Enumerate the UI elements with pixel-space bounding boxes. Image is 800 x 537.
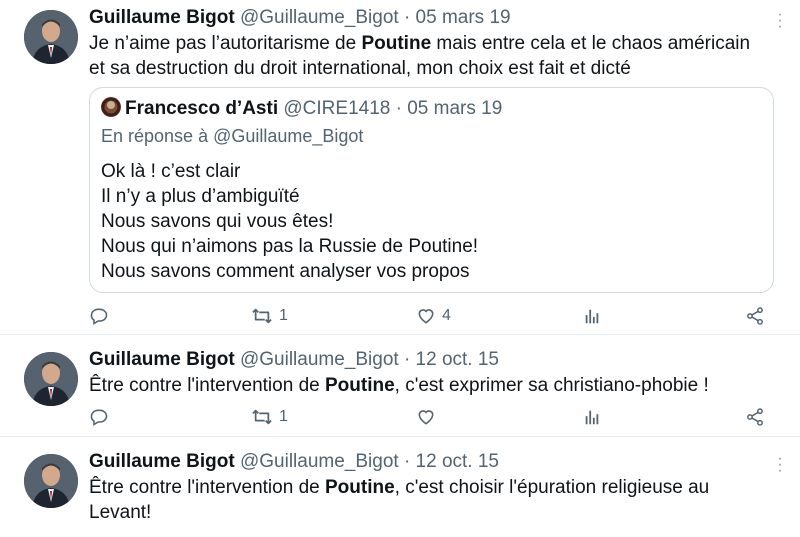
quote-line: Nous savons comment analyser vos propos — [101, 261, 470, 282]
avatar[interactable] — [24, 352, 78, 406]
tweet-header: Guillaume Bigot @Guillaume_Bigot · 05 ma… — [89, 6, 511, 30]
retweet-count: 1 — [279, 408, 288, 425]
quote-line: Il n’y a plus d’ambiguïté — [101, 186, 300, 207]
reply-icon — [90, 409, 108, 426]
quote-line: Ok là ! c’est clair — [101, 161, 241, 182]
reply-icon — [90, 308, 108, 325]
like-button[interactable] — [416, 406, 436, 428]
tweet[interactable]: Guillaume Bigot @Guillaume_Bigot · 05 ma… — [0, 0, 800, 335]
views-button[interactable] — [583, 406, 601, 428]
views-icon — [585, 309, 599, 324]
heart-icon — [418, 410, 434, 425]
reply-button[interactable] — [89, 406, 109, 428]
quote-text: Ok là ! c’est clair Il n’y a plus d’ambi… — [101, 159, 478, 284]
share-icon — [747, 408, 763, 426]
avatar[interactable] — [24, 10, 78, 64]
quote-line: Nous qui n’aimons pas la Russie de Pouti… — [101, 236, 479, 257]
views-icon — [585, 410, 599, 425]
author-meta[interactable]: @Guillaume_Bigot · 12 oct. 15 — [240, 451, 499, 472]
share-icon — [747, 307, 763, 325]
author-name[interactable]: Guillaume Bigot — [89, 7, 235, 28]
tweet-text: Être contre l'intervention de Poutine, c… — [89, 375, 709, 396]
reply-button[interactable] — [89, 305, 109, 327]
retweet-button[interactable]: 1 — [251, 406, 288, 428]
share-button[interactable] — [745, 305, 765, 327]
tweet-header: Guillaume Bigot @Guillaume_Bigot · 12 oc… — [89, 450, 499, 474]
tweet[interactable]: Guillaume Bigot @Guillaume_Bigot · 12 oc… — [0, 335, 800, 437]
author-meta[interactable]: @Guillaume_Bigot · 05 mars 19 — [240, 7, 511, 28]
author-name[interactable]: Guillaume Bigot — [89, 349, 235, 370]
like-button[interactable]: 4 — [416, 305, 451, 327]
quote-avatar — [101, 97, 121, 117]
more-icon[interactable]: · · · — [776, 7, 784, 35]
retweet-count: 1 — [279, 307, 288, 324]
author-name[interactable]: Guillaume Bigot — [89, 451, 235, 472]
tweet-text: Je n’aime pas l’autoritarisme de Poutine… — [89, 33, 751, 79]
action-bar: 1 4 — [89, 305, 800, 327]
author-meta[interactable]: @Guillaume_Bigot · 12 oct. 15 — [240, 349, 499, 370]
tweet-header: Guillaume Bigot @Guillaume_Bigot · 12 oc… — [89, 348, 499, 372]
avatar[interactable] — [24, 454, 78, 508]
views-button[interactable] — [583, 305, 601, 327]
share-button[interactable] — [745, 406, 765, 428]
retweet-icon — [252, 409, 272, 425]
reply-context: En réponse à @Guillaume_Bigot — [101, 126, 364, 146]
like-count: 4 — [442, 307, 451, 324]
heart-icon — [418, 309, 434, 324]
tweet-text: Être contre l'intervention de Poutine, c… — [89, 477, 710, 523]
quoted-tweet[interactable]: Francesco d’Asti @CIRE1418 · 05 mars 19 … — [89, 87, 774, 293]
quote-line: Nous savons qui vous êtes! — [101, 211, 334, 232]
quote-meta: @CIRE1418 · 05 mars 19 — [283, 98, 503, 119]
quote-header: Francesco d’Asti @CIRE1418 · 05 mars 19 — [101, 97, 502, 121]
quote-author: Francesco d’Asti — [125, 98, 279, 119]
retweet-button[interactable]: 1 — [251, 305, 288, 327]
retweet-icon — [252, 308, 272, 324]
tweet[interactable]: Guillaume Bigot @Guillaume_Bigot · 12 oc… — [0, 437, 800, 537]
action-bar: 1 — [89, 406, 800, 428]
more-icon[interactable]: · · · — [776, 451, 784, 479]
